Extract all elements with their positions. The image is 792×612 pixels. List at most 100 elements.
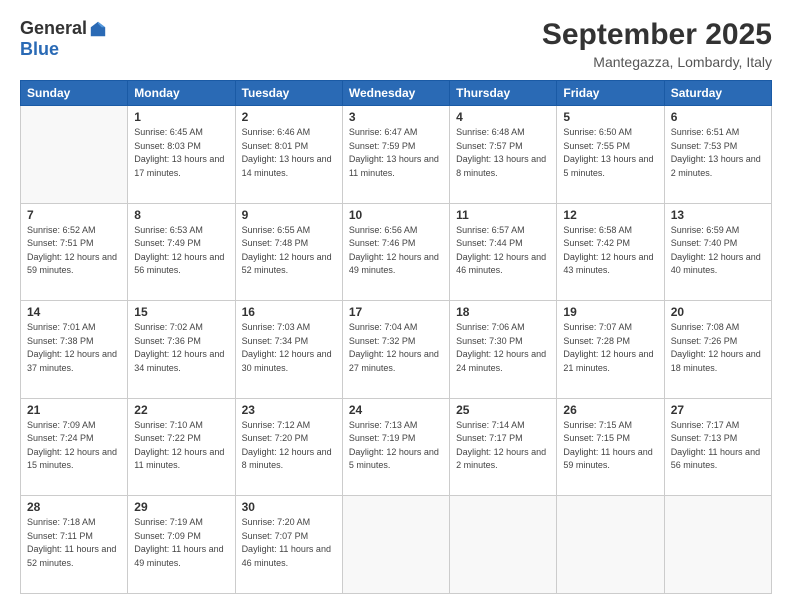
calendar-cell: 23Sunrise: 7:12 AMSunset: 7:20 PMDayligh…: [235, 398, 342, 496]
col-friday: Friday: [557, 81, 664, 106]
calendar-cell: 20Sunrise: 7:08 AMSunset: 7:26 PMDayligh…: [664, 301, 771, 399]
day-info: Sunrise: 7:01 AMSunset: 7:38 PMDaylight:…: [27, 321, 121, 375]
col-sunday: Sunday: [21, 81, 128, 106]
day-info: Sunrise: 6:58 AMSunset: 7:42 PMDaylight:…: [563, 224, 657, 278]
day-number: 25: [456, 403, 550, 417]
calendar-cell: 4 Sunrise: 6:48 AMSunset: 7:57 PMDaylight…: [450, 106, 557, 204]
day-number: 9: [242, 208, 336, 222]
day-number: 15: [134, 305, 228, 319]
week-row-5: 28 Sunrise: 7:18 AMSunset: 7:11 PMDayligh…: [21, 496, 772, 594]
calendar-cell: 29 Sunrise: 7:19 AMSunset: 7:09 PMDayligh…: [128, 496, 235, 594]
week-row-2: 7 Sunrise: 6:52 AMSunset: 7:51 PMDaylight…: [21, 203, 772, 301]
day-info: Sunrise: 6:55 AMSunset: 7:48 PMDaylight:…: [242, 224, 336, 278]
day-info: Sunrise: 7:19 AMSunset: 7:09 PMDaylight:…: [134, 516, 228, 570]
day-number: 3: [349, 110, 443, 124]
day-number: 10: [349, 208, 443, 222]
calendar-cell: 5 Sunrise: 6:50 AMSunset: 7:55 PMDaylight…: [557, 106, 664, 204]
calendar-cell: 28 Sunrise: 7:18 AMSunset: 7:11 PMDayligh…: [21, 496, 128, 594]
calendar-cell: 15Sunrise: 7:02 AMSunset: 7:36 PMDayligh…: [128, 301, 235, 399]
calendar-cell: 3Sunrise: 6:47 AMSunset: 7:59 PMDaylight…: [342, 106, 449, 204]
calendar-cell: 21 Sunrise: 7:09 AMSunset: 7:24 PMDayligh…: [21, 398, 128, 496]
day-info: Sunrise: 6:59 AMSunset: 7:40 PMDaylight:…: [671, 224, 765, 278]
day-number: 11: [456, 208, 550, 222]
calendar-cell: 24 Sunrise: 7:13 AMSunset: 7:19 PMDayligh…: [342, 398, 449, 496]
location: Mantegazza, Lombardy, Italy: [542, 54, 772, 70]
calendar-cell: 26 Sunrise: 7:15 AMSunset: 7:15 PMDayligh…: [557, 398, 664, 496]
day-info: Sunrise: 7:10 AMSunset: 7:22 PMDaylight:…: [134, 419, 228, 473]
logo-blue: Blue: [20, 39, 59, 60]
col-monday: Monday: [128, 81, 235, 106]
calendar-cell: 25 Sunrise: 7:14 AMSunset: 7:17 PMDayligh…: [450, 398, 557, 496]
calendar-cell: 17Sunrise: 7:04 AMSunset: 7:32 PMDayligh…: [342, 301, 449, 399]
calendar-cell: 22Sunrise: 7:10 AMSunset: 7:22 PMDayligh…: [128, 398, 235, 496]
day-info: Sunrise: 6:48 AMSunset: 7:57 PMDaylight:…: [456, 126, 550, 180]
day-info: Sunrise: 7:15 AMSunset: 7:15 PMDaylight:…: [563, 419, 657, 473]
day-number: 5: [563, 110, 657, 124]
calendar-cell: 18 Sunrise: 7:06 AMSunset: 7:30 PMDayligh…: [450, 301, 557, 399]
day-info: Sunrise: 7:03 AMSunset: 7:34 PMDaylight:…: [242, 321, 336, 375]
calendar-cell: 12 Sunrise: 6:58 AMSunset: 7:42 PMDayligh…: [557, 203, 664, 301]
day-number: 13: [671, 208, 765, 222]
week-row-4: 21 Sunrise: 7:09 AMSunset: 7:24 PMDayligh…: [21, 398, 772, 496]
month-title: September 2025: [542, 18, 772, 52]
logo-general: General: [20, 18, 87, 39]
day-number: 18: [456, 305, 550, 319]
day-number: 26: [563, 403, 657, 417]
day-info: Sunrise: 7:20 AMSunset: 7:07 PMDaylight:…: [242, 516, 336, 570]
calendar-cell: 13 Sunrise: 6:59 AMSunset: 7:40 PMDayligh…: [664, 203, 771, 301]
day-number: 27: [671, 403, 765, 417]
day-number: 30: [242, 500, 336, 514]
calendar-cell: 7 Sunrise: 6:52 AMSunset: 7:51 PMDaylight…: [21, 203, 128, 301]
day-info: Sunrise: 7:06 AMSunset: 7:30 PMDaylight:…: [456, 321, 550, 375]
calendar-cell: 30 Sunrise: 7:20 AMSunset: 7:07 PMDayligh…: [235, 496, 342, 594]
day-number: 28: [27, 500, 121, 514]
day-number: 17: [349, 305, 443, 319]
calendar-cell: 6 Sunrise: 6:51 AMSunset: 7:53 PMDaylight…: [664, 106, 771, 204]
week-row-3: 14 Sunrise: 7:01 AMSunset: 7:38 PMDayligh…: [21, 301, 772, 399]
day-info: Sunrise: 7:18 AMSunset: 7:11 PMDaylight:…: [27, 516, 121, 570]
day-number: 2: [242, 110, 336, 124]
day-number: 1: [134, 110, 228, 124]
calendar-cell: 19Sunrise: 7:07 AMSunset: 7:28 PMDayligh…: [557, 301, 664, 399]
header: General Blue September 2025 Mantegazza, …: [20, 18, 772, 70]
day-info: Sunrise: 7:13 AMSunset: 7:19 PMDaylight:…: [349, 419, 443, 473]
day-number: 24: [349, 403, 443, 417]
calendar-cell: 16 Sunrise: 7:03 AMSunset: 7:34 PMDayligh…: [235, 301, 342, 399]
calendar-cell: [450, 496, 557, 594]
day-number: 16: [242, 305, 336, 319]
day-number: 14: [27, 305, 121, 319]
calendar-cell: [557, 496, 664, 594]
day-info: Sunrise: 7:09 AMSunset: 7:24 PMDaylight:…: [27, 419, 121, 473]
day-info: Sunrise: 7:08 AMSunset: 7:26 PMDaylight:…: [671, 321, 765, 375]
day-info: Sunrise: 6:45 AMSunset: 8:03 PMDaylight:…: [134, 126, 228, 180]
calendar-cell: 10Sunrise: 6:56 AMSunset: 7:46 PMDayligh…: [342, 203, 449, 301]
day-number: 7: [27, 208, 121, 222]
calendar-table: Sunday Monday Tuesday Wednesday Thursday…: [20, 80, 772, 594]
calendar-cell: [342, 496, 449, 594]
col-thursday: Thursday: [450, 81, 557, 106]
calendar-cell: 11 Sunrise: 6:57 AMSunset: 7:44 PMDayligh…: [450, 203, 557, 301]
day-number: 8: [134, 208, 228, 222]
calendar-cell: 8Sunrise: 6:53 AMSunset: 7:49 PMDaylight…: [128, 203, 235, 301]
logo-icon: [89, 20, 107, 38]
day-number: 4: [456, 110, 550, 124]
day-info: Sunrise: 6:52 AMSunset: 7:51 PMDaylight:…: [27, 224, 121, 278]
week-row-1: 1 Sunrise: 6:45 AMSunset: 8:03 PMDaylight…: [21, 106, 772, 204]
day-info: Sunrise: 7:17 AMSunset: 7:13 PMDaylight:…: [671, 419, 765, 473]
col-tuesday: Tuesday: [235, 81, 342, 106]
day-number: 29: [134, 500, 228, 514]
day-number: 6: [671, 110, 765, 124]
calendar-cell: 9 Sunrise: 6:55 AMSunset: 7:48 PMDaylight…: [235, 203, 342, 301]
day-number: 21: [27, 403, 121, 417]
day-info: Sunrise: 6:51 AMSunset: 7:53 PMDaylight:…: [671, 126, 765, 180]
calendar-cell: [21, 106, 128, 204]
calendar-cell: [664, 496, 771, 594]
calendar-cell: 27 Sunrise: 7:17 AMSunset: 7:13 PMDayligh…: [664, 398, 771, 496]
day-info: Sunrise: 7:14 AMSunset: 7:17 PMDaylight:…: [456, 419, 550, 473]
col-saturday: Saturday: [664, 81, 771, 106]
day-number: 12: [563, 208, 657, 222]
day-info: Sunrise: 7:07 AMSunset: 7:28 PMDaylight:…: [563, 321, 657, 375]
day-info: Sunrise: 6:50 AMSunset: 7:55 PMDaylight:…: [563, 126, 657, 180]
day-info: Sunrise: 6:57 AMSunset: 7:44 PMDaylight:…: [456, 224, 550, 278]
day-number: 23: [242, 403, 336, 417]
